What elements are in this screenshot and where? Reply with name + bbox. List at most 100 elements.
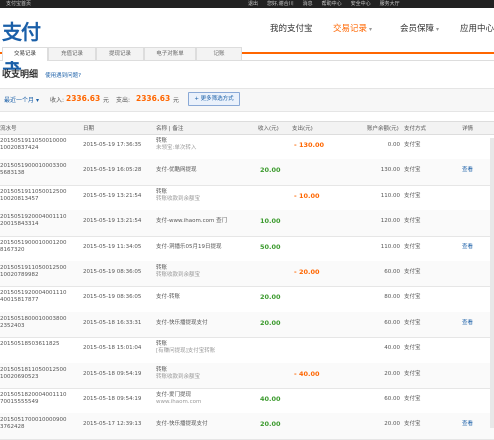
remark-text: 未领宝:单次转入: [156, 145, 197, 151]
scrollbar[interactable]: [490, 138, 494, 428]
page-title-text: 收支明细: [2, 70, 39, 80]
transaction-name: 转账 转账收款到余额宝: [156, 367, 200, 381]
name-text: 支付-洞播乐05月19日提现: [156, 243, 222, 250]
more-filters-button[interactable]: + 更多筛选方式: [188, 92, 240, 106]
balance: 110.00: [380, 243, 400, 250]
date: 2015-05-19 17:36:35: [83, 142, 142, 148]
name-text: 支付-快乐播提现支付: [156, 319, 208, 326]
name-text: 支付-优酷网提现: [156, 167, 197, 174]
column-header: 支付方式: [404, 126, 427, 132]
remark-text: www.ihaom.com: [156, 399, 202, 405]
date: 2015-05-18 09:54:19: [83, 396, 142, 402]
top-link[interactable]: 退出: [248, 0, 258, 8]
serial-line-2: 10020789982: [0, 272, 39, 278]
serial-line-1: 2015051811050012500: [0, 366, 67, 373]
tab-3[interactable]: 电子对账单: [144, 47, 196, 60]
page-title: 收支明细 使用遇到问题?: [2, 67, 81, 80]
column-header: 流水号: [0, 126, 17, 132]
table-row: 2015051811050012500 10020690523 2015-05-18…: [0, 362, 494, 389]
income-amount: 20.00: [260, 166, 281, 175]
balance: 130.00: [380, 167, 400, 174]
payment-method: 支付宝: [404, 294, 421, 301]
tab-2[interactable]: 提现记录: [96, 47, 144, 60]
main-nav: 我的支付宝 交易记录▾ 会员保障▾ 应用中心▾: [0, 22, 494, 44]
top-link[interactable]: 帮助中心: [322, 0, 342, 8]
date: 2015-05-19 13:21:54: [83, 218, 142, 225]
expense-label: 支出:: [116, 97, 131, 104]
name-text: 转账: [156, 188, 168, 195]
payment-method: 支付宝: [404, 421, 421, 428]
income-label: 收入:: [50, 97, 65, 104]
serial-line-2: 2352403: [0, 322, 25, 329]
nav-item[interactable]: 应用中心▾: [460, 22, 494, 34]
serial-line-1: 20150518503611825: [0, 341, 60, 348]
view-detail-link[interactable]: 查看: [462, 244, 473, 251]
table-row: 20150518503611825 2015-05-18 15:01:04 转账 [有…: [0, 337, 494, 364]
nav-item[interactable]: 交易记录 ▾: [333, 22, 372, 34]
transaction-name: 支付-优酷网提现: [156, 167, 197, 174]
sub-tabs: 交易记录 充值记录 提现记录 电子对账单 记账: [0, 46, 494, 61]
column-header: 日期: [83, 126, 95, 132]
transaction-name: 转账 转账收款到余额宝: [156, 189, 200, 203]
transaction-name: 转账 [有赚问提现]支付宝转账: [156, 341, 215, 355]
serial-number: 2015051911050010000 10020837424: [0, 138, 67, 152]
serial-number: 20150518503611825: [0, 341, 60, 348]
date: 2015-05-19 16:05:28: [83, 167, 142, 174]
name-text: 转账: [156, 366, 168, 373]
alipay-home-link[interactable]: 支付宝首页: [6, 0, 31, 8]
serial-line-1: 2015051911050010000: [0, 138, 67, 144]
payment-method: 支付宝: [404, 396, 421, 402]
name-text: 转账: [156, 341, 168, 348]
balance: 20.00: [384, 421, 400, 428]
transaction-name: 转账 转账收款到余额宝: [156, 265, 200, 279]
name-text: 转账: [156, 265, 168, 271]
name-text: 支付-快乐播提现支付: [156, 421, 208, 428]
table-row: 2015051920004001110 40015817877 2015-05-19…: [0, 286, 494, 313]
table-row: 2015051900010001200 8167320 2015-05-19 11:…: [0, 236, 494, 262]
top-link[interactable]: 安全中心: [351, 0, 371, 8]
top-link[interactable]: 您好,谢合川: [267, 0, 294, 8]
payment-method: 支付宝: [404, 167, 421, 174]
serial-line-2: 20015843314: [0, 221, 39, 228]
serial-line-2: 10020837424: [0, 145, 39, 151]
balance: 60.00: [384, 269, 400, 275]
top-link[interactable]: 消息: [303, 0, 313, 8]
remark-text: 转账收款到余额宝: [156, 373, 201, 380]
plus-icon: +: [194, 96, 199, 102]
income-amount: 20.00: [260, 318, 281, 327]
nav-item[interactable]: 我的支付宝: [270, 22, 313, 34]
balance: 60.00: [384, 319, 400, 326]
income-amount: 40.00: [260, 395, 281, 403]
view-detail-link[interactable]: 查看: [462, 320, 473, 327]
serial-line-1: 2015051911050012500: [0, 265, 67, 271]
balance: 60.00: [384, 396, 400, 402]
column-header: 支出(元): [292, 126, 313, 132]
income-unit: 元: [103, 97, 110, 104]
serial-line-2: 10020690523: [0, 373, 39, 380]
tab-1[interactable]: 充值记录: [48, 47, 96, 60]
balance: 0.00: [387, 142, 400, 148]
payment-method: 支付宝: [404, 192, 421, 199]
view-detail-link[interactable]: 查看: [462, 167, 473, 174]
view-detail-link[interactable]: 查看: [462, 421, 473, 428]
date: 2015-05-18 15:01:04: [83, 345, 142, 352]
serial-line-2: 40015817877: [0, 297, 39, 304]
serial-line-2: 8167320: [0, 246, 25, 253]
top-link[interactable]: 服务大厅: [380, 0, 400, 8]
nav-item-label: 我的支付宝: [270, 24, 313, 34]
transaction-name: 支付-快乐播提现支付: [156, 320, 208, 327]
name-text: 转账: [156, 138, 168, 144]
transaction-name: 支付-爱门提现 www.ihaom.com: [156, 392, 201, 406]
serial-number: 2015051911050012500 10020813457: [0, 189, 67, 203]
tab-0[interactable]: 交易记录: [2, 47, 48, 61]
chevron-down-icon: ▾: [369, 26, 373, 33]
column-header: 名称 | 备注: [156, 126, 184, 132]
date-range-select[interactable]: 最近一个月 ▾: [4, 95, 39, 104]
nav-item[interactable]: 会员保障 ▾: [400, 22, 439, 34]
help-link[interactable]: 使用遇到问题?: [45, 73, 81, 79]
transaction-name: 转账 未领宝:单次转入: [156, 138, 196, 152]
tab-4[interactable]: 记账: [196, 47, 242, 60]
serial-line-1: 2015051911050012500: [0, 188, 67, 195]
top-utility-bar: 支付宝首页 退出 您好,谢合川 消息 帮助中心 安全中心 服务大厅: [0, 0, 494, 8]
transaction-name: 支付-转账: [156, 294, 180, 301]
